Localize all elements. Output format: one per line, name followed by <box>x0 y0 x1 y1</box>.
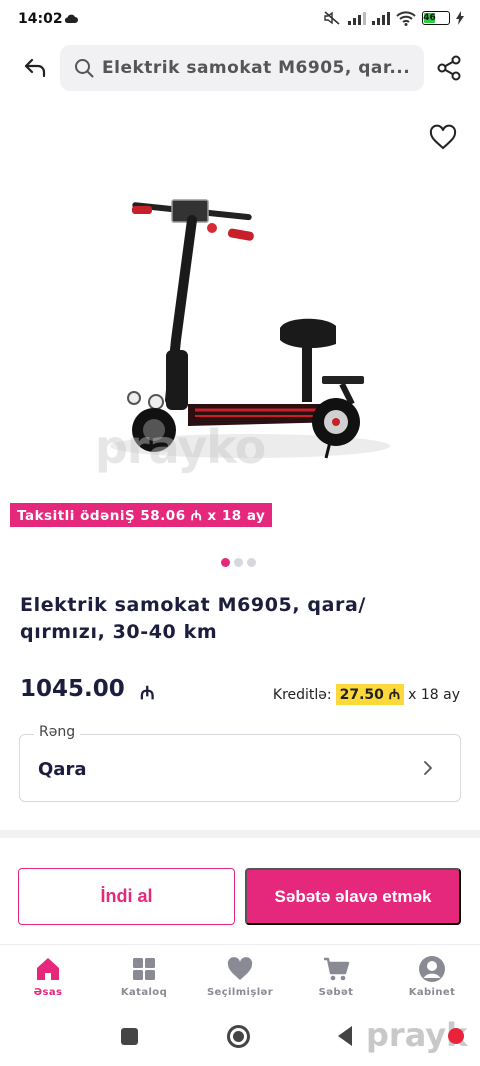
status-time: 14:02 <box>18 11 63 27</box>
status-bar: 14:02 46 <box>0 0 480 40</box>
nav-item-favorites[interactable]: Seçilmişlər <box>192 945 288 1010</box>
nav-item-home[interactable]: Əsas <box>0 945 96 1010</box>
watermark-dot <box>448 1028 464 1044</box>
image-pager[interactable] <box>221 558 256 567</box>
search-icon <box>75 59 94 78</box>
nav-item-cart[interactable]: Səbət <box>288 945 384 1010</box>
credit-amount: 27.50 ₼ <box>335 684 405 705</box>
nav-item-catalog[interactable]: Kataloq <box>96 945 192 1010</box>
bottom-nav: Əsas Kataloq Seçilmişlər Səbət Kabinet <box>0 944 480 1010</box>
nav-item-account[interactable]: Kabinet <box>384 945 480 1010</box>
user-icon <box>419 956 445 982</box>
back-icon[interactable] <box>22 54 50 82</box>
image-watermark: prayko <box>95 420 266 474</box>
grid-icon <box>133 958 155 980</box>
pager-dot[interactable] <box>247 558 256 567</box>
heart-icon <box>227 957 253 980</box>
section-divider <box>0 830 480 838</box>
status-icons: 46 <box>322 10 464 26</box>
wishlist-heart-icon[interactable] <box>429 124 457 152</box>
home-icon <box>37 958 59 980</box>
buy-now-button[interactable]: İndi al <box>18 868 235 925</box>
nav-label: Seçilmişlər <box>206 987 274 998</box>
credit-label: Kreditlə: <box>272 686 332 703</box>
cloud-icon <box>64 14 78 23</box>
cart-icon <box>324 957 350 981</box>
home-button[interactable] <box>227 1025 250 1048</box>
installment-badge: Taksitli ödəniŞ 58.06 ₼ x 18 ay <box>10 503 273 527</box>
system-nav-bar: prayk <box>0 1010 480 1066</box>
charging-icon <box>456 11 464 25</box>
recents-button[interactable] <box>121 1028 138 1045</box>
mute-icon <box>324 11 340 25</box>
top-bar: Elektrik samokat M6905, qar... <box>0 44 480 94</box>
nav-label: Kataloq <box>120 987 168 998</box>
credit-term: x 18 ay <box>408 686 460 703</box>
product-title: Elektrik samokat M6905, qara/ qırmızı, 3… <box>20 594 366 643</box>
share-icon[interactable] <box>436 54 464 82</box>
price-currency: ₼ <box>140 683 155 704</box>
battery-level: 46 <box>423 13 436 23</box>
product-price: 1045.00 <box>20 676 125 702</box>
wifi-icon <box>396 11 416 26</box>
signal-icon <box>348 12 366 25</box>
add-to-cart-button[interactable]: Səbətə əlavə etmək <box>245 868 461 925</box>
color-select-label: Rəng <box>34 724 81 740</box>
action-bar: İndi al Səbətə əlavə etmək <box>0 850 480 940</box>
battery-icon: 46 <box>422 11 450 25</box>
pager-dot[interactable] <box>234 558 243 567</box>
nav-label: Səbət <box>318 987 354 998</box>
search-input[interactable]: Elektrik samokat M6905, qar... <box>60 45 424 91</box>
pager-dot[interactable] <box>221 558 230 567</box>
nav-label: Əsas <box>33 987 63 998</box>
nav-label: Kabinet <box>408 987 456 998</box>
color-select-value: Qara <box>38 759 87 780</box>
signal-icon-2 <box>372 12 390 25</box>
chevron-right-icon <box>424 761 432 775</box>
credit-info: Kreditlə: 27.50 ₼ x 18 ay <box>273 684 460 705</box>
system-back-button[interactable] <box>338 1026 352 1046</box>
color-select[interactable]: Rəng Qara <box>19 724 461 802</box>
search-query: Elektrik samokat M6905, qar... <box>102 58 411 78</box>
